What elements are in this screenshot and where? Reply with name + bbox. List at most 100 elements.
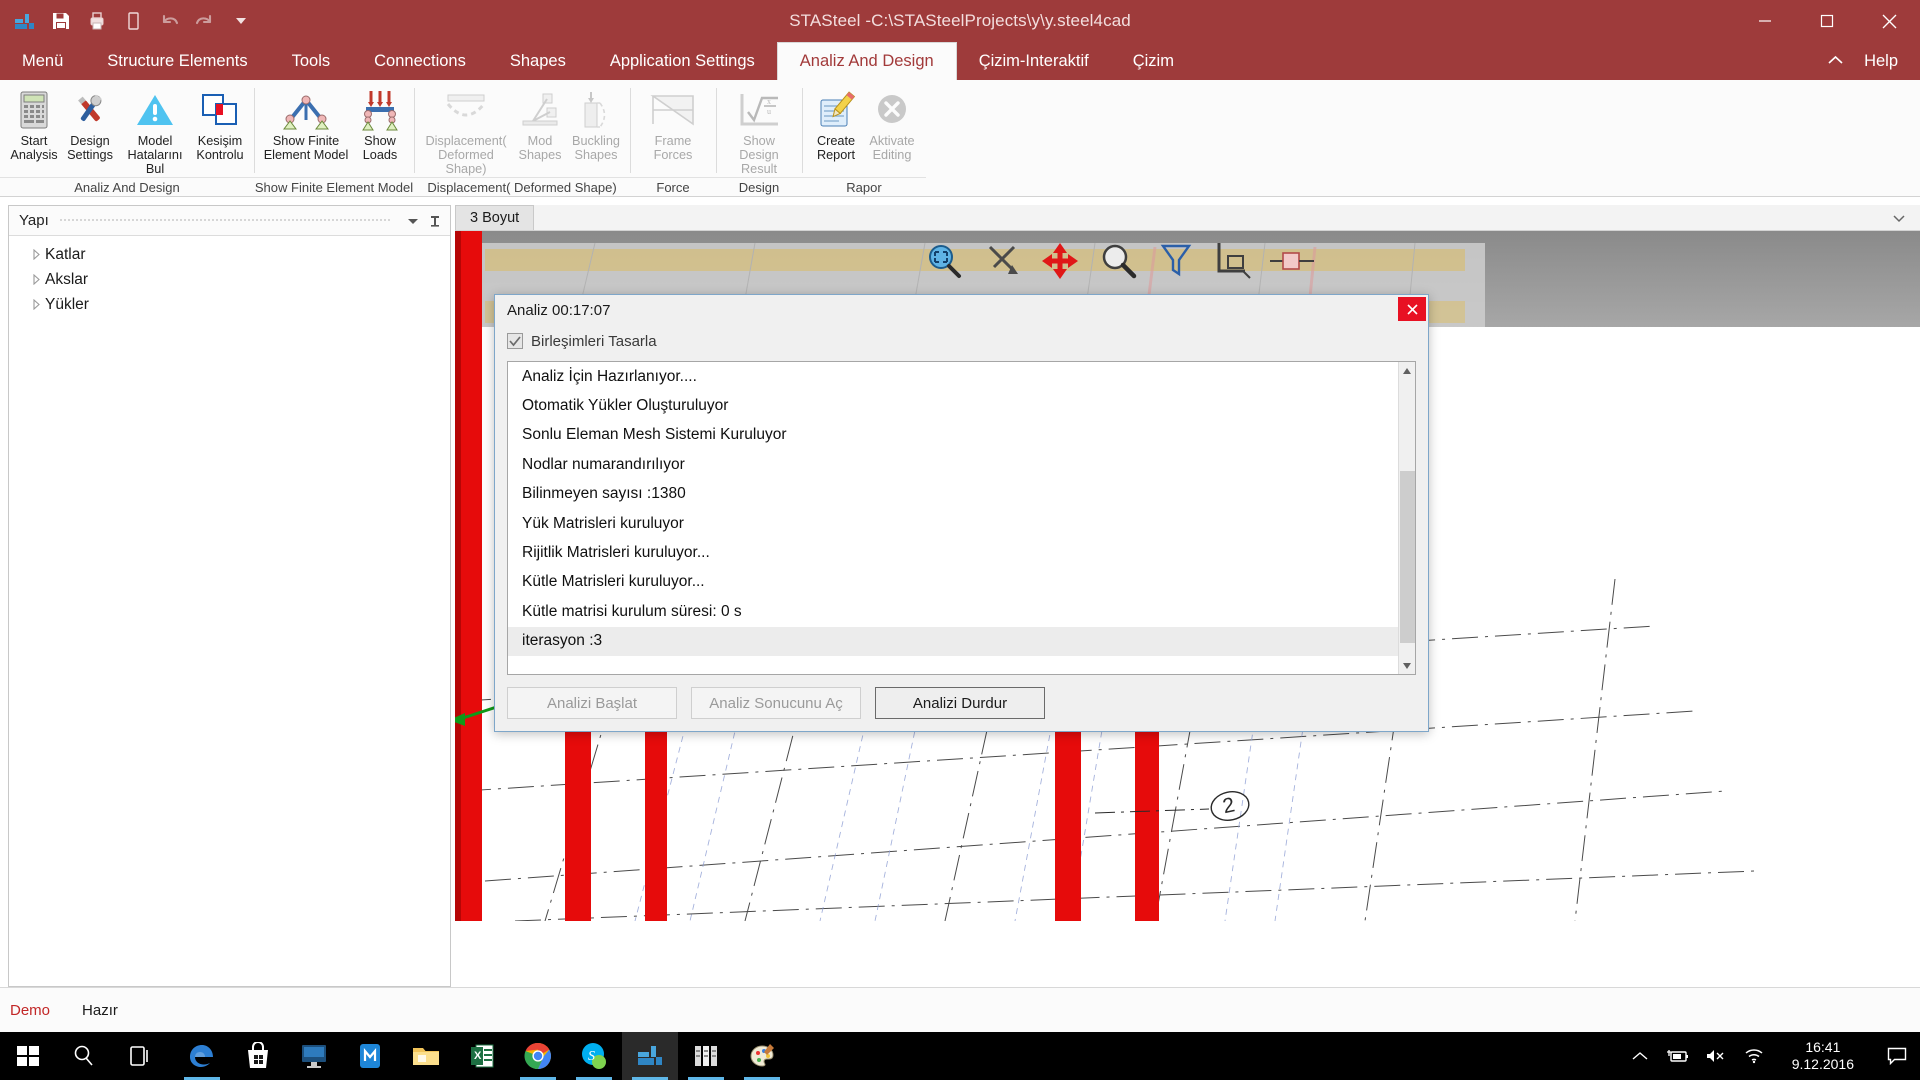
loads-icon	[356, 88, 404, 132]
ribbon-button-show-loads[interactable]: Show Loads	[352, 86, 408, 162]
tree-item-yukler[interactable]: Yükler	[9, 292, 450, 317]
undo-icon[interactable]	[152, 4, 186, 38]
analysis-log-list[interactable]: Analiz İçin Hazırlanıyor.... Otomatik Yü…	[507, 361, 1416, 675]
tree-item-katlar[interactable]: Katlar	[9, 242, 450, 267]
chevron-right-icon[interactable]	[27, 274, 45, 285]
scrollbar-track[interactable]	[1399, 379, 1416, 657]
scroll-up-button[interactable]	[1399, 362, 1416, 379]
axes-icon[interactable]	[1212, 239, 1256, 283]
search-icon[interactable]	[56, 1032, 112, 1080]
file-explorer-icon[interactable]	[398, 1032, 454, 1080]
print-icon[interactable]	[80, 4, 114, 38]
ribbon-group-rapor: Create Report Aktivate Editing Rapor	[802, 80, 926, 197]
ribbon-button-aktivate-editing[interactable]: Aktivate Editing	[864, 86, 920, 162]
maximize-button[interactable]	[1796, 0, 1858, 42]
app-logo-icon[interactable]	[8, 4, 42, 38]
action-center-icon[interactable]	[1878, 1032, 1916, 1080]
new-icon[interactable]	[116, 4, 150, 38]
task-view-icon[interactable]	[112, 1032, 168, 1080]
panel-pin-button[interactable]	[424, 210, 446, 232]
ribbon-button-displacement-deformed-shape[interactable]: Displacement( Deformed Shape)	[420, 86, 512, 176]
ribbon-button-label: Displacement( Deformed Shape)	[422, 134, 510, 176]
ribbon-group-show-finite-element-model: Show Finite Element Model Show Loads Sho…	[254, 80, 414, 197]
log-row[interactable]: Kütle Matrisleri kuruluyor...	[508, 568, 1398, 597]
tab-analiz-and-design[interactable]: Analiz And Design	[777, 42, 957, 80]
tab-cizim[interactable]: Çizim	[1111, 42, 1196, 80]
checkbox-icon[interactable]	[507, 333, 523, 349]
scrollbar-thumb[interactable]	[1400, 471, 1415, 643]
minimize-button[interactable]	[1734, 0, 1796, 42]
ribbon-button-show-design-result[interactable]: xu Show Design Result	[722, 86, 796, 176]
volume-muted-icon[interactable]	[1702, 1032, 1730, 1080]
wifi-icon[interactable]	[1740, 1032, 1768, 1080]
chevron-right-icon[interactable]	[27, 249, 45, 260]
lenovo-icon[interactable]	[286, 1032, 342, 1080]
ribbon-button-design-settings[interactable]: Design Settings	[62, 86, 118, 162]
tree-item-akslar[interactable]: Akslar	[9, 267, 450, 292]
rotate-view-icon[interactable]	[980, 239, 1024, 283]
tab-tools[interactable]: Tools	[270, 42, 353, 80]
analysis-dialog: Analiz 00:17:07 Birleşimleri Tasarla Ana…	[494, 294, 1429, 732]
stasteel-icon[interactable]	[622, 1032, 678, 1080]
ribbon-button-start-analysis[interactable]: Start Analysis	[6, 86, 62, 162]
tab-menu[interactable]: Menü	[0, 42, 85, 80]
skype-icon[interactable]: S	[566, 1032, 622, 1080]
log-row[interactable]: Bilinmeyen sayısı :1380	[508, 480, 1398, 509]
panel-drag-handle[interactable]	[59, 216, 392, 225]
edge-icon[interactable]	[174, 1032, 230, 1080]
filter-icon[interactable]	[1154, 239, 1198, 283]
stop-analysis-button[interactable]: Analizi Durdur	[875, 687, 1045, 719]
ribbon-button-mod-shapes[interactable]: Mod Shapes	[512, 86, 568, 162]
log-row[interactable]: iterasyon :3	[508, 627, 1398, 656]
customize-qat-icon[interactable]	[224, 4, 258, 38]
ribbon-button-create-report[interactable]: Create Report	[808, 86, 864, 162]
ribbon-button-kesisim-kontrolu[interactable]: Kesişim Kontrolu	[192, 86, 248, 162]
ribbon-button-show-finite-element-model[interactable]: Show Finite Element Model	[260, 86, 352, 162]
log-row[interactable]: Otomatik Yükler Oluşturuluyor	[508, 391, 1398, 420]
idecad-icon[interactable]	[678, 1032, 734, 1080]
tab-cizim-interaktif[interactable]: Çizim-Interaktif	[957, 42, 1111, 80]
ribbon-button-model-hatalarini-bul[interactable]: Model Hatalarını Bul	[118, 86, 192, 176]
start-analysis-button[interactable]: Analizi Başlat	[507, 687, 677, 719]
view-tabs-overflow-icon[interactable]	[1892, 212, 1920, 230]
open-analysis-result-button[interactable]: Analiz Sonucunu Aç	[691, 687, 861, 719]
log-row[interactable]: Analiz İçin Hazırlanıyor....	[508, 362, 1398, 391]
paint-icon[interactable]	[734, 1032, 790, 1080]
excel-icon[interactable]: X	[454, 1032, 510, 1080]
zoom-extents-icon[interactable]	[922, 239, 966, 283]
save-icon[interactable]	[44, 4, 78, 38]
maxthon-icon[interactable]	[342, 1032, 398, 1080]
zoom-window-icon[interactable]	[1096, 239, 1140, 283]
tab-connections[interactable]: Connections	[352, 42, 488, 80]
redo-icon[interactable]	[188, 4, 222, 38]
help-link[interactable]: Help	[1864, 52, 1908, 71]
tab-application-settings[interactable]: Application Settings	[588, 42, 777, 80]
chevron-right-icon[interactable]	[27, 299, 45, 310]
dialog-close-button[interactable]	[1398, 297, 1426, 321]
tab-3-boyut[interactable]: 3 Boyut	[455, 205, 534, 230]
close-button[interactable]	[1858, 0, 1920, 42]
taskbar-clock[interactable]: 16:41 9.12.2016	[1778, 1032, 1868, 1080]
ribbon-button-frame-forces[interactable]: Frame Forces	[636, 86, 710, 162]
log-row[interactable]: Nodlar numarandırılıyor	[508, 450, 1398, 479]
pan-icon[interactable]	[1038, 239, 1082, 283]
log-scrollbar[interactable]	[1398, 362, 1415, 674]
log-row[interactable]: Kütle matrisi kurulum süresi: 0 s	[508, 597, 1398, 626]
tab-shapes[interactable]: Shapes	[488, 42, 588, 80]
design-connections-checkbox-row[interactable]: Birleşimleri Tasarla	[495, 325, 1428, 357]
svg-text:u: u	[767, 107, 771, 116]
battery-icon[interactable]	[1664, 1032, 1692, 1080]
start-button-icon[interactable]	[0, 1032, 56, 1080]
log-row[interactable]: Sonlu Eleman Mesh Sistemi Kuruluyor	[508, 421, 1398, 450]
log-row[interactable]: Yük Matrisleri kuruluyor	[508, 509, 1398, 538]
chevron-up-icon[interactable]	[1821, 54, 1850, 69]
scroll-down-button[interactable]	[1399, 657, 1416, 674]
tab-structure-elements[interactable]: Structure Elements	[85, 42, 269, 80]
store-icon[interactable]	[230, 1032, 286, 1080]
ribbon-button-buckling-shapes[interactable]: Buckling Shapes	[568, 86, 624, 162]
panel-dropdown-button[interactable]	[402, 210, 424, 232]
log-row[interactable]: Rijitlik Matrisleri kuruluyor...	[508, 538, 1398, 567]
section-icon[interactable]	[1270, 239, 1314, 283]
show-hidden-icons-icon[interactable]	[1626, 1032, 1654, 1080]
chrome-icon[interactable]	[510, 1032, 566, 1080]
